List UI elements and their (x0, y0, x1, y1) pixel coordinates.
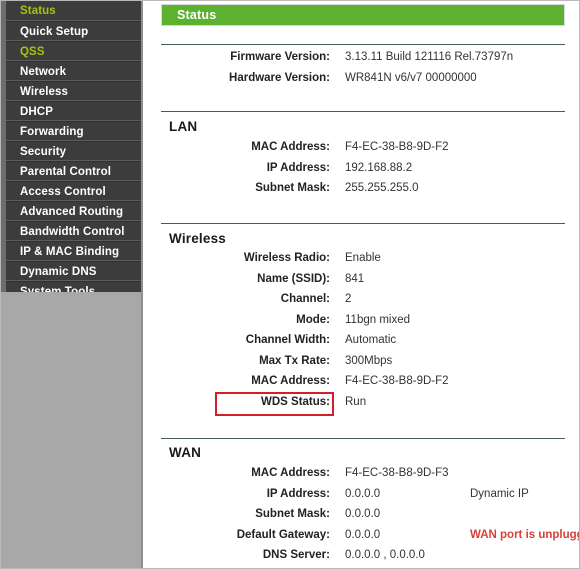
info-row: MAC Address: F4-EC-38-B8-9D-F2 (145, 141, 579, 161)
info-row: Subnet Mask: 0.0.0.0 (145, 508, 579, 528)
info-row-label: Channel: (280, 293, 330, 305)
page-title-bar: Status (161, 4, 565, 26)
info-row: MAC Address: F4-EC-38-B8-9D-F2 (145, 375, 579, 395)
info-row: DNS Server: 0.0.0.0 , 0.0.0.0 (145, 549, 579, 568)
info-row: Subnet Mask: 255.255.255.0 (145, 182, 579, 202)
info-row: Hardware Version: WR841N v6/v7 00000000 (145, 72, 579, 92)
page-title: Status (177, 8, 217, 22)
divider-lan (161, 111, 565, 112)
info-row-label: Max Tx Rate: (259, 354, 330, 367)
divider-wan (161, 438, 565, 439)
info-row: Channel: 2 (145, 293, 579, 313)
info-row-value: 11bgn mixed (345, 313, 410, 326)
sidebar-item-dhcp[interactable]: DHCP (6, 101, 141, 121)
wan-warning-text: WAN port is unplugged! (470, 528, 579, 541)
info-row-label: Hardware Version: (229, 71, 330, 84)
info-row: Max Tx Rate: 300Mbps (145, 355, 579, 375)
info-row: Wireless Radio: Enable (145, 252, 579, 272)
info-row-value: 255.255.255.0 (345, 182, 419, 194)
sidebar-menu: Status Quick Setup QSS Network Wireless DHCP F… (6, 1, 141, 301)
info-row-label: Subnet Mask: (255, 182, 330, 194)
section-heading: WAN (169, 445, 202, 460)
sidebar-item-dynamic-dns[interactable]: Dynamic DNS (6, 261, 141, 281)
info-row-label: Mode: (296, 313, 330, 326)
info-row-label: MAC Address: (251, 141, 330, 153)
sidebar-item-ip-mac-binding[interactable]: IP & MAC Binding (6, 241, 141, 261)
sidebar-item-advanced-routing[interactable]: Advanced Routing (6, 201, 141, 221)
divider-wireless (161, 223, 565, 224)
info-row-label: IP Address: (266, 487, 330, 500)
info-row-value: 2 (345, 293, 352, 305)
info-row-value: Enable (345, 252, 381, 264)
sidebar-filler (6, 292, 141, 568)
info-row-value: F4-EC-38-B8-9D-F3 (345, 467, 449, 479)
info-row-label: Name (SSID): (257, 272, 330, 285)
section-heading: LAN (169, 119, 198, 134)
info-row-value: 192.168.88.2 (345, 161, 413, 174)
sidebar-item-security[interactable]: Security (6, 141, 141, 161)
content-area: Status Firmware Version: 3.13.11 Build 12… (145, 1, 579, 568)
info-row-value: 0.0.0.0 (345, 487, 381, 500)
info-row-label: DNS Server: (262, 549, 330, 561)
info-row-label: Default Gateway: (236, 528, 330, 541)
router-admin-page: Status Quick Setup QSS Network Wireless DHCP F… (0, 0, 580, 569)
info-row-value: Automatic (345, 334, 397, 346)
info-row-label: Subnet Mask: (255, 508, 330, 520)
sidebar-item-network[interactable]: Network (6, 61, 141, 81)
info-row-label: IP Address: (266, 161, 330, 174)
info-row-value: 0.0.0.0 (345, 508, 381, 520)
sidebar-item-quick-setup[interactable]: Quick Setup (6, 21, 141, 41)
info-row-value: 3.13.11 Build 121116 Rel.73797n (345, 51, 514, 63)
sidebar-item-parental-control[interactable]: Parental Control (6, 161, 141, 181)
info-row-label: Wireless Radio: (243, 252, 330, 264)
info-row-value: 0.0.0.0 (345, 528, 381, 541)
info-row-value: 0.0.0.0 , 0.0.0.0 (345, 549, 425, 561)
info-row: WDS Status: Run (145, 396, 579, 416)
sidebar-item-forwarding[interactable]: Forwarding (6, 121, 141, 141)
info-row: Mode: 11bgn mixed (145, 314, 579, 334)
info-row-value: F4-EC-38-B8-9D-F2 (345, 141, 449, 153)
sidebar-item-wireless[interactable]: Wireless (6, 81, 141, 101)
info-row: MAC Address: F4-EC-38-B8-9D-F3 (145, 467, 579, 487)
info-row-label: WDS Status: (261, 395, 330, 408)
info-row-value: WR841N v6/v7 00000000 (345, 71, 477, 84)
info-row-label: MAC Address: (251, 375, 330, 387)
info-row-value: 300Mbps (345, 354, 393, 367)
sidebar: Status Quick Setup QSS Network Wireless DHCP F… (1, 1, 143, 568)
sidebar-item-bandwidth-control[interactable]: Bandwidth Control (6, 221, 141, 241)
info-row: Default Gateway: 0.0.0.0 WAN port is unplu… (145, 529, 579, 549)
info-row: Channel Width: Automatic (145, 334, 579, 354)
info-row: IP Address: 192.168.88.2 (145, 162, 579, 182)
sidebar-item-qss[interactable]: QSS (6, 41, 141, 61)
info-row: Name (SSID): 841 (145, 273, 579, 293)
info-row-value: F4-EC-38-B8-9D-F2 (345, 375, 449, 387)
divider-top (161, 44, 565, 45)
info-row-label: MAC Address: (251, 467, 330, 479)
info-row-label: Firmware Version: (230, 51, 330, 63)
info-row: IP Address: 0.0.0.0 Dynamic IP (145, 488, 579, 508)
section-heading: Wireless (169, 231, 227, 246)
info-row-label: Channel Width: (245, 334, 330, 346)
info-row: Firmware Version: 3.13.11 Build 121116 Re… (145, 51, 579, 71)
info-row-value: Run (345, 395, 367, 408)
sidebar-item-access-control[interactable]: Access Control (6, 181, 141, 201)
sidebar-item-status[interactable]: Status (6, 1, 141, 21)
info-row-extra: Dynamic IP (470, 487, 529, 500)
info-row-value: 841 (345, 272, 365, 285)
